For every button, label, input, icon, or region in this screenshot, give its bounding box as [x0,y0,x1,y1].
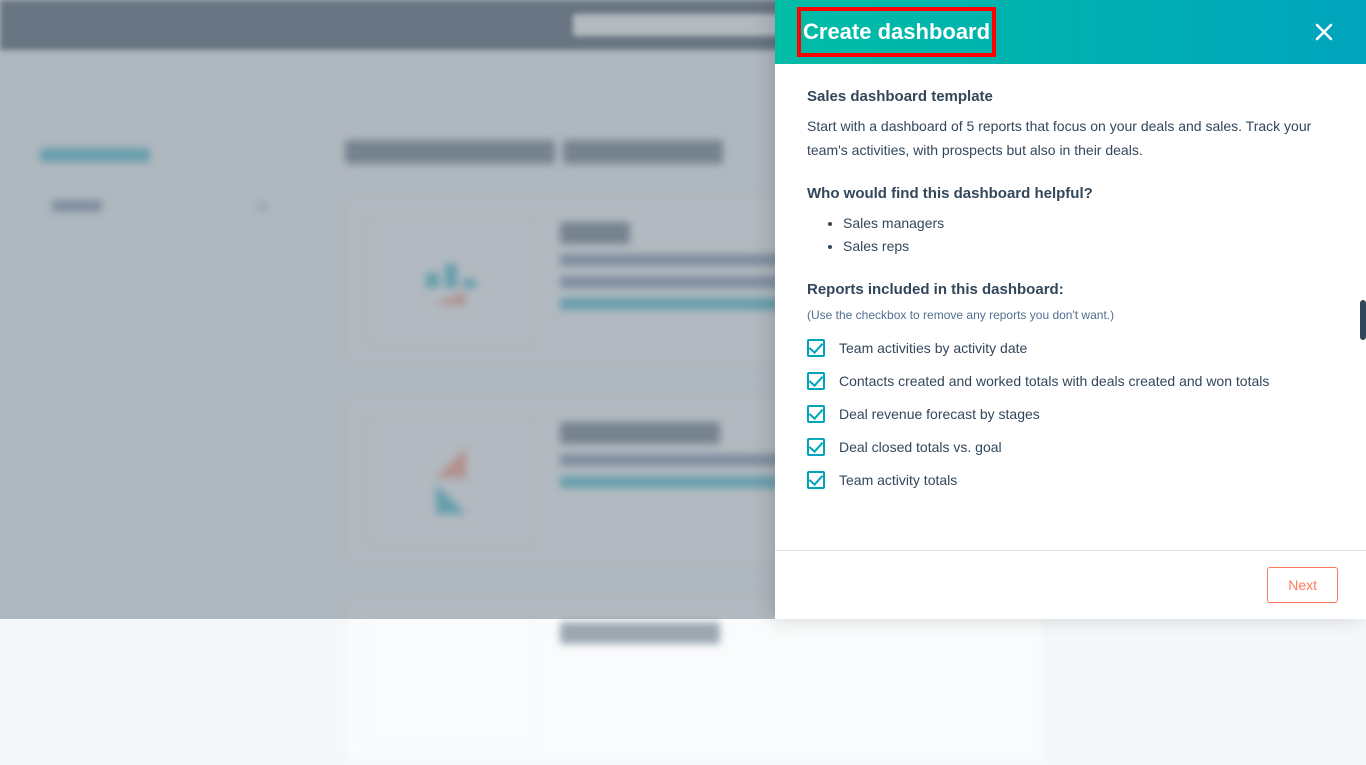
report-label: Contacts created and worked totals with … [839,371,1269,392]
report-checkbox[interactable] [807,471,825,489]
report-checkbox[interactable] [807,339,825,357]
reports-hint: (Use the checkbox to remove any reports … [807,308,1334,322]
panel-title: Create dashboard [803,19,990,44]
report-row: Team activity totals [807,470,1334,491]
report-row: Team activities by activity date [807,338,1334,359]
helpful-heading: Who would find this dashboard helpful? [807,185,1334,202]
report-checkbox[interactable] [807,438,825,456]
list-item: Sales reps [843,235,1334,259]
panel-body[interactable]: Sales dashboard template Start with a da… [775,64,1366,550]
panel-footer: Next [775,550,1366,619]
report-label: Deal revenue forecast by stages [839,404,1040,425]
next-button[interactable]: Next [1267,567,1338,603]
list-item: Sales managers [843,212,1334,236]
report-label: Team activities by activity date [839,338,1027,359]
panel-header: Create dashboard [775,0,1366,64]
report-row: Contacts created and worked totals with … [807,371,1334,392]
report-label: Deal closed totals vs. goal [839,437,1002,458]
template-description: Start with a dashboard of 5 reports that… [807,115,1334,163]
page-scroll-indicator [1360,300,1366,340]
report-checkbox[interactable] [807,372,825,390]
close-icon[interactable] [1310,18,1338,46]
reports-heading: Reports included in this dashboard: [807,281,1334,298]
report-label: Team activity totals [839,470,957,491]
report-row: Deal revenue forecast by stages [807,404,1334,425]
report-row: Deal closed totals vs. goal [807,437,1334,458]
template-heading: Sales dashboard template [807,88,1334,105]
create-dashboard-panel: Create dashboard Sales dashboard templat… [775,0,1366,619]
roles-list: Sales managers Sales reps [843,212,1334,260]
report-checkbox[interactable] [807,405,825,423]
